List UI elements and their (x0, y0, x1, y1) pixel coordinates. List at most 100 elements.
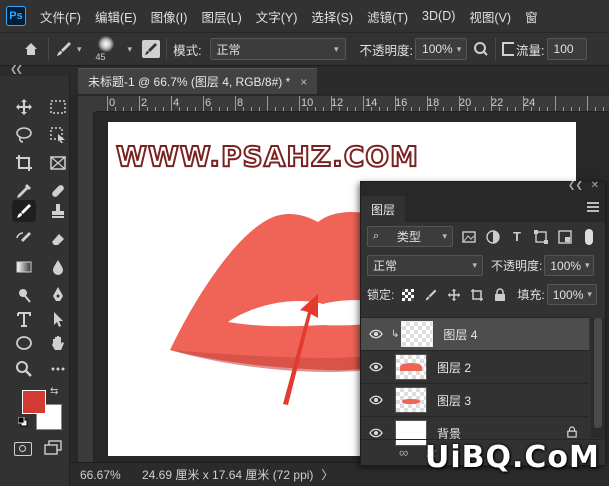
layer-name[interactable]: 图层 3 (437, 392, 471, 409)
pressure-opacity-icon[interactable] (473, 41, 489, 57)
foreground-color-swatch[interactable] (22, 390, 46, 414)
filter-pixel-icon[interactable] (461, 229, 477, 245)
ruler-tick (211, 107, 212, 111)
menu-select[interactable]: 选择(S) (311, 7, 353, 26)
eraser-tool-icon[interactable] (46, 228, 70, 250)
eye-icon[interactable] (361, 329, 391, 339)
lasso-tool-icon[interactable] (12, 124, 36, 146)
flow-value: 100 (553, 42, 574, 56)
menu-filter[interactable]: 滤镜(T) (367, 7, 408, 26)
flow-field[interactable]: 100 (546, 38, 587, 60)
layer-blend-mode-select[interactable]: 正常 ▾ (367, 255, 483, 276)
fill-label: 填充: (517, 288, 545, 302)
lock-fill-row: 锁定: 填充: 100% ▾ (361, 280, 605, 309)
brush-tool-icon[interactable] (12, 200, 36, 222)
eye-icon[interactable] (361, 428, 391, 438)
history-brush-tool-icon[interactable] (12, 228, 36, 250)
gradient-tool-icon[interactable] (12, 256, 36, 278)
menu-window[interactable]: 窗 (525, 7, 538, 26)
lock-artboard-icon[interactable] (469, 287, 485, 303)
default-colors-icon[interactable] (17, 416, 28, 427)
double-chevron-left-icon[interactable]: ❮❮ (10, 64, 23, 75)
chevron-down-icon[interactable]: ▾ (128, 44, 133, 55)
move-tool-icon[interactable] (12, 96, 36, 118)
healing-brush-tool-icon[interactable] (46, 180, 70, 202)
scrollbar-thumb[interactable] (594, 318, 602, 428)
layer-row-layer-2[interactable]: 图层 2 (361, 350, 589, 383)
tab-layers[interactable]: 图层 (361, 196, 406, 222)
panel-menu-icon[interactable] (587, 202, 599, 212)
lock-pixels-icon[interactable] (423, 287, 439, 303)
blend-mode-value: 正常 (216, 42, 241, 57)
menu-layer[interactable]: 图层(L) (201, 7, 241, 26)
horizontal-ruler[interactable]: 0 2 4 6 8 10 12 14 16 18 20 22 24 (96, 96, 609, 112)
vertical-ruler[interactable] (78, 112, 94, 462)
blur-tool-icon[interactable] (46, 256, 70, 278)
ellipse-tool-icon[interactable] (12, 332, 36, 354)
zoom-tool-icon[interactable] (12, 358, 36, 380)
menu-type[interactable]: 文字(Y) (256, 7, 298, 26)
close-icon[interactable]: × (300, 75, 307, 89)
layers-scrollbar[interactable] (591, 318, 605, 438)
ruler-tick (443, 107, 444, 111)
lock-transparent-icon[interactable] (400, 287, 416, 303)
status-menu-arrow[interactable]: 〉 (321, 466, 333, 483)
ruler-tick (555, 96, 556, 111)
mode-label: 模式: (173, 43, 202, 58)
layer-opacity-field[interactable]: 100% ▾ (544, 255, 595, 276)
eyedropper-tool-icon[interactable] (12, 180, 36, 202)
filter-adjustment-icon[interactable] (485, 229, 501, 245)
document-tab[interactable]: 未标题-1 @ 66.7% (图层 4, RGB/8#) * × (78, 68, 318, 94)
filter-type-icon[interactable]: T (509, 229, 525, 245)
type-tool-icon[interactable] (12, 308, 36, 330)
frame-tool-icon[interactable] (46, 152, 70, 174)
brush-size-picker[interactable]: 45 (90, 34, 124, 64)
home-icon[interactable] (20, 38, 42, 60)
ruler-tick (123, 107, 124, 111)
ruler-tick (587, 96, 588, 111)
more-tools-icon[interactable] (46, 358, 70, 380)
ruler-tick (139, 96, 140, 111)
menu-image[interactable]: 图像(I) (151, 7, 188, 26)
lock-position-icon[interactable] (446, 287, 462, 303)
pen-tool-icon[interactable] (46, 284, 70, 306)
link-layers-icon[interactable]: ∞ (399, 445, 408, 460)
collapse-panel-icon[interactable]: ❮❮ (568, 180, 583, 191)
swap-colors-icon[interactable]: ⇆ (50, 386, 58, 397)
dodge-tool-icon[interactable] (12, 284, 36, 306)
menu-edit[interactable]: 编辑(E) (95, 7, 137, 26)
layer-filter-select[interactable]: ⌕ 类型 ▾ (367, 226, 453, 247)
crop-tool-icon[interactable] (12, 152, 36, 174)
menu-file[interactable]: 文件(F) (40, 7, 81, 26)
opacity-label: 不透明度: (359, 43, 414, 58)
path-selection-tool-icon[interactable] (46, 308, 70, 330)
filter-shape-icon[interactable] (533, 229, 549, 245)
hand-tool-icon[interactable] (46, 332, 70, 354)
close-icon[interactable]: ✕ (591, 180, 599, 191)
fill-field[interactable]: 100% ▾ (546, 284, 597, 305)
filter-smart-object-icon[interactable] (557, 229, 573, 245)
object-selection-tool-icon[interactable] (46, 124, 70, 146)
ruler-tick (195, 107, 196, 111)
opacity-field[interactable]: 100% ▾ (415, 38, 468, 60)
eye-icon[interactable] (361, 395, 391, 405)
screen-mode-icon[interactable] (44, 440, 62, 456)
blend-mode-select[interactable]: 正常 ▾ (209, 38, 346, 60)
layer-row-layer-3[interactable]: 图层 3 (361, 383, 589, 416)
clone-stamp-tool-icon[interactable] (46, 200, 70, 222)
lock-all-icon[interactable] (492, 287, 508, 303)
layer-row-layer-4[interactable]: ↳ 图层 4 (361, 317, 589, 350)
brush-tool-preset-icon[interactable]: ▾ (55, 40, 82, 58)
layer-name[interactable]: 图层 4 (443, 326, 477, 343)
menu-3d[interactable]: 3D(D) (422, 9, 455, 23)
watermark-text: WWW.PSAHZ.COM (115, 139, 419, 174)
zoom-level[interactable]: 66.67% (80, 468, 132, 482)
quick-mask-icon[interactable] (14, 442, 32, 456)
menu-view[interactable]: 视图(V) (469, 7, 511, 26)
layer-name[interactable]: 图层 2 (437, 359, 471, 376)
eye-icon[interactable] (361, 362, 391, 372)
ruler-tick (395, 96, 396, 111)
marquee-tool-icon[interactable] (46, 96, 70, 118)
filter-toggle-icon[interactable] (581, 228, 597, 245)
brush-settings-icon[interactable] (142, 40, 161, 58)
